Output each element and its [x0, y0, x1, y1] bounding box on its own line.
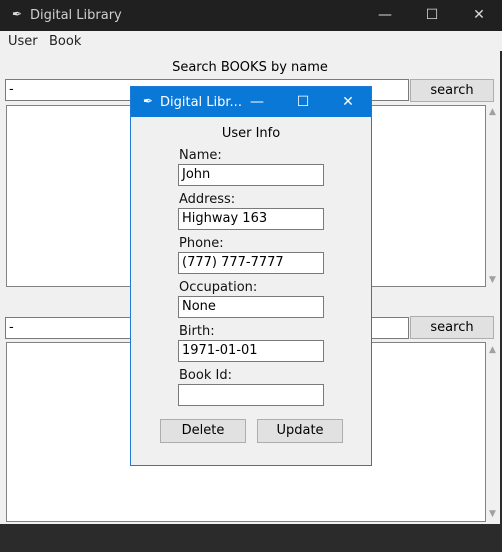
occupation-label: Occupation:	[179, 280, 258, 295]
scroll-down-arrow-icon[interactable]: ▼	[489, 275, 496, 285]
user-search-button[interactable]: search	[410, 316, 494, 339]
book-id-label: Book Id:	[179, 368, 232, 383]
book-id-field[interactable]	[178, 384, 324, 406]
scroll-down-arrow-icon[interactable]: ▼	[489, 509, 496, 519]
menu-bar: User Book	[0, 31, 502, 51]
feather-icon: ✒	[143, 94, 154, 108]
delete-button[interactable]: Delete	[160, 419, 246, 443]
maximize-button[interactable]: ☐	[409, 0, 455, 31]
user-info-heading: User Info	[221, 126, 281, 141]
book-search-button[interactable]: search	[410, 79, 494, 102]
dialog-maximize-button[interactable]: ☐	[280, 87, 326, 117]
main-window-title: Digital Library	[30, 8, 122, 23]
dialog-minimize-button[interactable]: —	[234, 87, 280, 117]
book-results-scrollbar[interactable]: ▲ ▼	[486, 105, 500, 287]
birth-label: Birth:	[179, 324, 215, 339]
user-info-dialog: ✒ Digital Libr... — ☐ ✕ User Info Name: …	[130, 86, 372, 466]
update-button[interactable]: Update	[257, 419, 343, 443]
user-results-scrollbar[interactable]: ▲ ▼	[486, 342, 500, 522]
minimize-button[interactable]: —	[362, 0, 408, 31]
occupation-field[interactable]: None	[178, 296, 324, 318]
menu-book[interactable]: Book	[49, 34, 81, 49]
close-button[interactable]: ✕	[456, 0, 502, 31]
address-label: Address:	[179, 192, 236, 207]
scroll-up-arrow-icon[interactable]: ▲	[489, 345, 496, 355]
phone-field[interactable]: (777) 777-7777	[178, 252, 324, 274]
address-field[interactable]: Highway 163	[178, 208, 324, 230]
feather-icon: ✒	[12, 7, 23, 21]
dialog-titlebar[interactable]: ✒ Digital Libr... — ☐ ✕	[131, 87, 371, 117]
name-field[interactable]: John	[178, 164, 324, 186]
name-label: Name:	[179, 148, 222, 163]
dialog-title: Digital Libr...	[160, 95, 242, 110]
window-bottom-edge	[0, 524, 502, 552]
main-window-titlebar[interactable]: ✒ Digital Library — ☐ ✕	[0, 0, 502, 31]
dialog-close-button[interactable]: ✕	[325, 87, 371, 117]
scroll-up-arrow-icon[interactable]: ▲	[489, 107, 496, 117]
birth-field[interactable]: 1971-01-01	[178, 340, 324, 362]
menu-user[interactable]: User	[8, 34, 38, 49]
search-books-label: Search BOOKS by name	[172, 60, 328, 75]
phone-label: Phone:	[179, 236, 224, 251]
